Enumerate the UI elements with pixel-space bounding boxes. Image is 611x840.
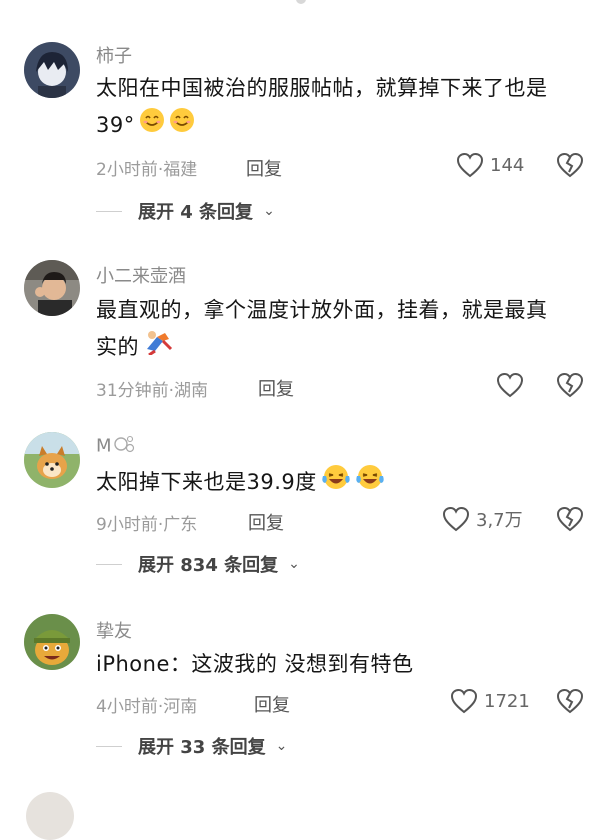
dislike-button[interactable] (556, 688, 584, 714)
comment-text: 太阳掉下来也是39.9度 (96, 464, 596, 502)
expand-replies-button[interactable]: 展开 4 条回复 ⌄ (96, 198, 275, 224)
reply-button[interactable]: 回复 (246, 155, 282, 181)
username[interactable]: 小二来壶酒 (96, 262, 186, 288)
username[interactable]: M (96, 434, 135, 459)
previous-item-edge (296, 0, 306, 4)
expand-replies-label: 展开 33 条回复 (138, 737, 266, 758)
avatar[interactable] (24, 260, 80, 316)
expand-replies-button[interactable]: 展开 834 条回复 ⌄ (96, 551, 300, 577)
smiling-face-emoji (169, 107, 195, 145)
like-button[interactable]: 144 (456, 152, 524, 178)
next-avatar-edge (26, 792, 74, 840)
avatar[interactable] (24, 432, 80, 488)
heart-outline-icon (456, 152, 484, 178)
divider-line (96, 563, 122, 565)
falling-person-emoji (143, 329, 173, 367)
chevron-down-icon: ⌄ (275, 738, 288, 754)
avatar[interactable] (24, 42, 80, 98)
divider-line (96, 210, 122, 212)
heart-outline-icon (450, 688, 478, 714)
divider-line (96, 745, 122, 747)
reply-button[interactable]: 回复 (258, 375, 294, 401)
username[interactable]: 柿子 (96, 42, 132, 68)
dislike-button[interactable] (556, 506, 584, 532)
heart-outline-icon (496, 372, 524, 398)
time-location: 2小时前·福建 (96, 160, 198, 180)
like-button[interactable]: 1721 (450, 688, 530, 714)
broken-heart-icon (556, 372, 584, 398)
comment-text: 太阳在中国被治的服服帖帖，就算掉下来了也是 39° (96, 70, 596, 145)
broken-heart-icon (556, 688, 584, 714)
time-location: 9小时前·广东 (96, 515, 198, 535)
dislike-button[interactable] (556, 372, 584, 398)
expand-replies-label: 展开 834 条回复 (138, 555, 279, 576)
like-button[interactable] (496, 372, 530, 398)
chevron-down-icon: ⌄ (288, 556, 300, 572)
bubbles-icon (113, 434, 135, 459)
like-button[interactable]: 3,7万 (442, 506, 523, 532)
time-location: 31分钟前·湖南 (96, 381, 209, 401)
expand-replies-button[interactable]: 展开 33 条回复 ⌄ (96, 733, 287, 759)
reply-button[interactable]: 回复 (254, 691, 290, 717)
like-count: 144 (490, 154, 525, 176)
tears-of-joy-emoji (321, 464, 351, 502)
chevron-down-icon: ⌄ (263, 203, 275, 219)
dislike-button[interactable] (556, 152, 584, 178)
username[interactable]: 挚友 (96, 617, 132, 643)
broken-heart-icon (556, 506, 584, 532)
broken-heart-icon (556, 152, 584, 178)
avatar[interactable] (24, 614, 80, 670)
time-location: 4小时前·河南 (96, 697, 198, 717)
heart-outline-icon (442, 506, 470, 532)
smiling-face-emoji (139, 107, 165, 145)
reply-button[interactable]: 回复 (248, 509, 284, 535)
comment-text: 最直观的，拿个温度计放外面，挂着，就是最真 实的 (96, 292, 596, 367)
like-count: 1721 (484, 690, 530, 712)
tears-of-joy-emoji (355, 464, 385, 502)
expand-replies-label: 展开 4 条回复 (138, 202, 254, 223)
like-count: 3,7万 (476, 510, 523, 531)
comment-text: iPhone：这波我的 没想到有特色 (96, 652, 414, 676)
